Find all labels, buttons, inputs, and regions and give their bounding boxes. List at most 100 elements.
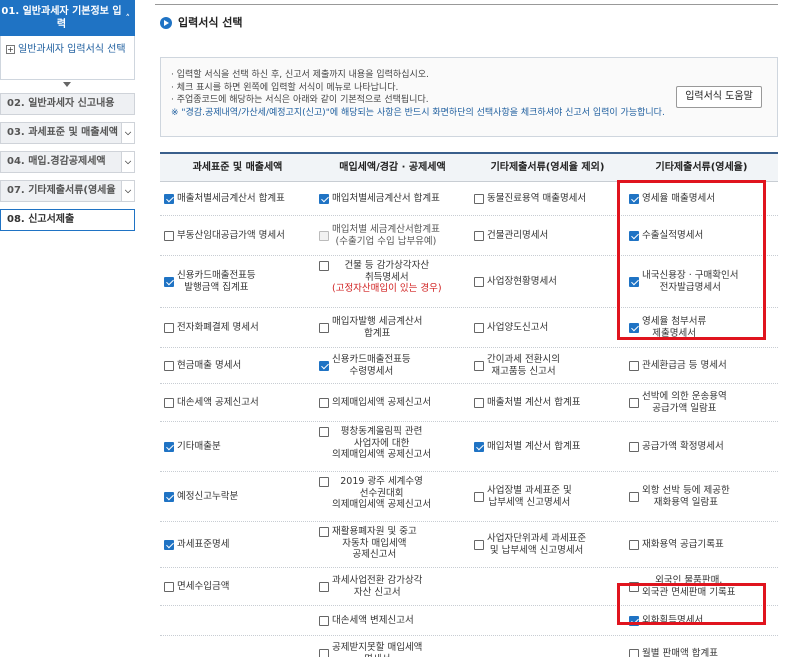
chevron-down-icon[interactable]: ⌵ <box>121 123 134 143</box>
sidebar-item-submit[interactable]: 08. 신고서제출 <box>0 209 135 231</box>
form-option[interactable]: 월별 판매액 합계표 <box>625 636 778 657</box>
form-option <box>470 568 625 605</box>
form-option[interactable]: 전자화폐결제 명세서 <box>160 308 315 347</box>
form-option <box>160 636 315 657</box>
sidebar-item-other-documents[interactable]: 07. 기타제출서류(영세율 ⌵ <box>0 180 135 202</box>
form-checkbox[interactable] <box>164 360 174 371</box>
form-checkbox[interactable] <box>474 441 484 452</box>
form-option-label: 관세환급금 등 명세서 <box>642 359 727 371</box>
form-checkbox[interactable] <box>164 441 174 452</box>
form-option[interactable]: 과세표준명세 <box>160 522 315 567</box>
form-option[interactable]: 과세사업전환 감가상각 자산 신고서 <box>315 568 470 605</box>
form-checkbox[interactable] <box>164 491 174 502</box>
form-checkbox[interactable] <box>319 427 329 437</box>
form-checkbox[interactable] <box>319 581 329 592</box>
form-option[interactable]: 건물관리명세서 <box>470 216 625 255</box>
form-option[interactable]: 동물진료용역 매출명세서 <box>470 182 625 215</box>
form-checkbox[interactable] <box>319 193 329 204</box>
form-option[interactable]: 기타매출분 <box>160 422 315 471</box>
form-checkbox[interactable] <box>629 491 639 502</box>
form-option-label: 대손세액 공제신고서 <box>177 396 259 408</box>
form-option[interactable]: 매입자발행 세금계산서 합계표 <box>315 308 470 347</box>
form-option[interactable]: 평창동계올림픽 관련 사업자에 대한 의제매입세액 공제신고서 <box>315 422 470 471</box>
form-help-button[interactable]: 입력서식 도움말 <box>676 86 762 108</box>
form-option[interactable]: 재활용폐자원 및 중고 자동차 매입세액 공제신고서 <box>315 522 470 567</box>
form-checkbox[interactable] <box>319 477 329 487</box>
form-checkbox[interactable] <box>319 615 329 626</box>
form-checkbox[interactable] <box>164 322 174 333</box>
form-option[interactable]: 대손세액 공제신고서 <box>160 384 315 421</box>
form-checkbox[interactable] <box>319 527 329 537</box>
form-checkbox[interactable] <box>164 230 174 241</box>
form-option[interactable]: 사업장현황명세서 <box>470 256 625 307</box>
form-option[interactable]: 간이과세 전환시의 재고품등 신고서 <box>470 348 625 383</box>
form-checkbox[interactable] <box>474 230 484 241</box>
form-option[interactable]: 매입처별세금계산서 합계표 <box>315 182 470 215</box>
form-option[interactable]: 의제매입세액 공제신고서 <box>315 384 470 421</box>
table-header-row: 과세표준 및 매출세액 매입세액/경감 · 공제세액 기타제출서류(영세율 제외… <box>160 152 778 182</box>
form-option[interactable]: 매출처별 계산서 합계표 <box>470 384 625 421</box>
form-checkbox[interactable] <box>164 193 174 204</box>
form-checkbox[interactable] <box>319 360 329 371</box>
chevron-up-icon[interactable]: ˄ <box>126 13 131 26</box>
form-option[interactable]: 공급가액 확정명세서 <box>625 422 778 471</box>
form-option-label: 공제받지못할 매입세액 명세서 <box>332 642 423 657</box>
sidebar: 01. 일반과세자 기본정보 입력 ˄ + 일반과세자 입력서식 선택 02. 일… <box>0 0 135 657</box>
form-option[interactable]: 매출처별세금계산서 합계표 <box>160 182 315 215</box>
form-checkbox[interactable] <box>474 322 484 333</box>
sidebar-subitem-form-select[interactable]: + 일반과세자 입력서식 선택 <box>0 36 135 80</box>
form-option[interactable]: 신용카드매출전표등 수령명세서 <box>315 348 470 383</box>
form-checkbox[interactable] <box>319 648 329 657</box>
form-checkbox[interactable] <box>474 276 484 287</box>
form-option[interactable]: 선박에 의한 운송용역 공급가액 일람표 <box>625 384 778 421</box>
form-option[interactable]: 2019 광주 세계수영 선수권대회 의제매입세액 공제신고서 <box>315 472 470 521</box>
form-option[interactable]: 매입처별 계산서 합계표 <box>470 422 625 471</box>
sidebar-header-basic-info[interactable]: 01. 일반과세자 기본정보 입력 ˄ <box>0 0 135 36</box>
sidebar-item-purchase-deduction[interactable]: 04. 매입.경감공제세액 ⌵ <box>0 151 135 173</box>
form-checkbox[interactable] <box>474 539 484 550</box>
form-checkbox[interactable] <box>474 193 484 204</box>
form-option[interactable]: 재화용역 공급기록표 <box>625 522 778 567</box>
form-option[interactable]: 사업장별 과세표준 및 납부세액 신고명세서 <box>470 472 625 521</box>
form-checkbox[interactable] <box>319 261 329 271</box>
sidebar-item-tax-base[interactable]: 03. 과세표준 및 매출세액 ⌵ <box>0 122 135 144</box>
form-option[interactable]: 건물 등 감가상각자산 취득명세서 (고정자산매입이 있는 경우) <box>315 256 470 307</box>
form-option-label: 매입처별 세금계산서합계표 (수출기업 수입 납부유예) <box>332 224 440 247</box>
form-checkbox[interactable] <box>629 648 639 657</box>
column-header: 기타제출서류(영세율 제외) <box>490 162 605 173</box>
sidebar-item-report-content[interactable]: 02. 일반과세자 신고내용 <box>0 93 135 115</box>
form-checkbox[interactable] <box>629 360 639 371</box>
form-option-label: 매입처별 계산서 합계표 <box>487 440 581 452</box>
form-option[interactable]: 면세수입금액 <box>160 568 315 605</box>
form-checkbox[interactable] <box>164 397 174 408</box>
form-option[interactable]: 신용카드매출전표등 발행금액 집계표 <box>160 256 315 307</box>
form-option[interactable]: 현금매출 명세서 <box>160 348 315 383</box>
form-checkbox[interactable] <box>164 581 174 592</box>
form-option <box>470 606 625 635</box>
form-checkbox[interactable] <box>629 397 639 408</box>
form-option[interactable]: 부동산임대공급가액 명세서 <box>160 216 315 255</box>
table-row: 과세표준명세 재활용폐자원 및 중고 자동차 매입세액 공제신고서 사업자단위과세 … <box>160 522 778 568</box>
chevron-down-icon[interactable]: ⌵ <box>121 152 134 172</box>
chevron-down-icon[interactable]: ⌵ <box>121 181 134 201</box>
form-checkbox[interactable] <box>474 397 484 408</box>
form-option[interactable]: 관세환급금 등 명세서 <box>625 348 778 383</box>
form-option[interactable]: 예정신고누락분 <box>160 472 315 521</box>
form-checkbox[interactable] <box>164 276 174 287</box>
form-option[interactable]: 외항 선박 등에 제공한 재화용역 일람표 <box>625 472 778 521</box>
sidebar-header-label: 01. 일반과세자 기본정보 입력 <box>1 6 122 30</box>
form-checkbox[interactable] <box>629 539 639 550</box>
form-option[interactable]: 공제받지못할 매입세액 명세서 <box>315 636 470 657</box>
form-option-label: 사업양도신고서 <box>487 321 549 333</box>
form-option[interactable]: 매입처별 세금계산서합계표 (수출기업 수입 납부유예) <box>315 216 470 255</box>
form-option[interactable]: 사업양도신고서 <box>470 308 625 347</box>
form-option[interactable]: 대손세액 변제신고서 <box>315 606 470 635</box>
form-checkbox[interactable] <box>474 360 484 371</box>
form-checkbox[interactable] <box>319 322 329 333</box>
form-checkbox[interactable] <box>319 397 329 408</box>
form-checkbox[interactable] <box>474 491 484 502</box>
form-checkbox[interactable] <box>164 539 174 550</box>
form-option[interactable]: 사업자단위과세 과세표준 및 납부세액 신고명세서 <box>470 522 625 567</box>
sidebar-item-label: 07. 기타제출서류(영세율 <box>7 185 116 196</box>
form-checkbox[interactable] <box>629 441 639 452</box>
